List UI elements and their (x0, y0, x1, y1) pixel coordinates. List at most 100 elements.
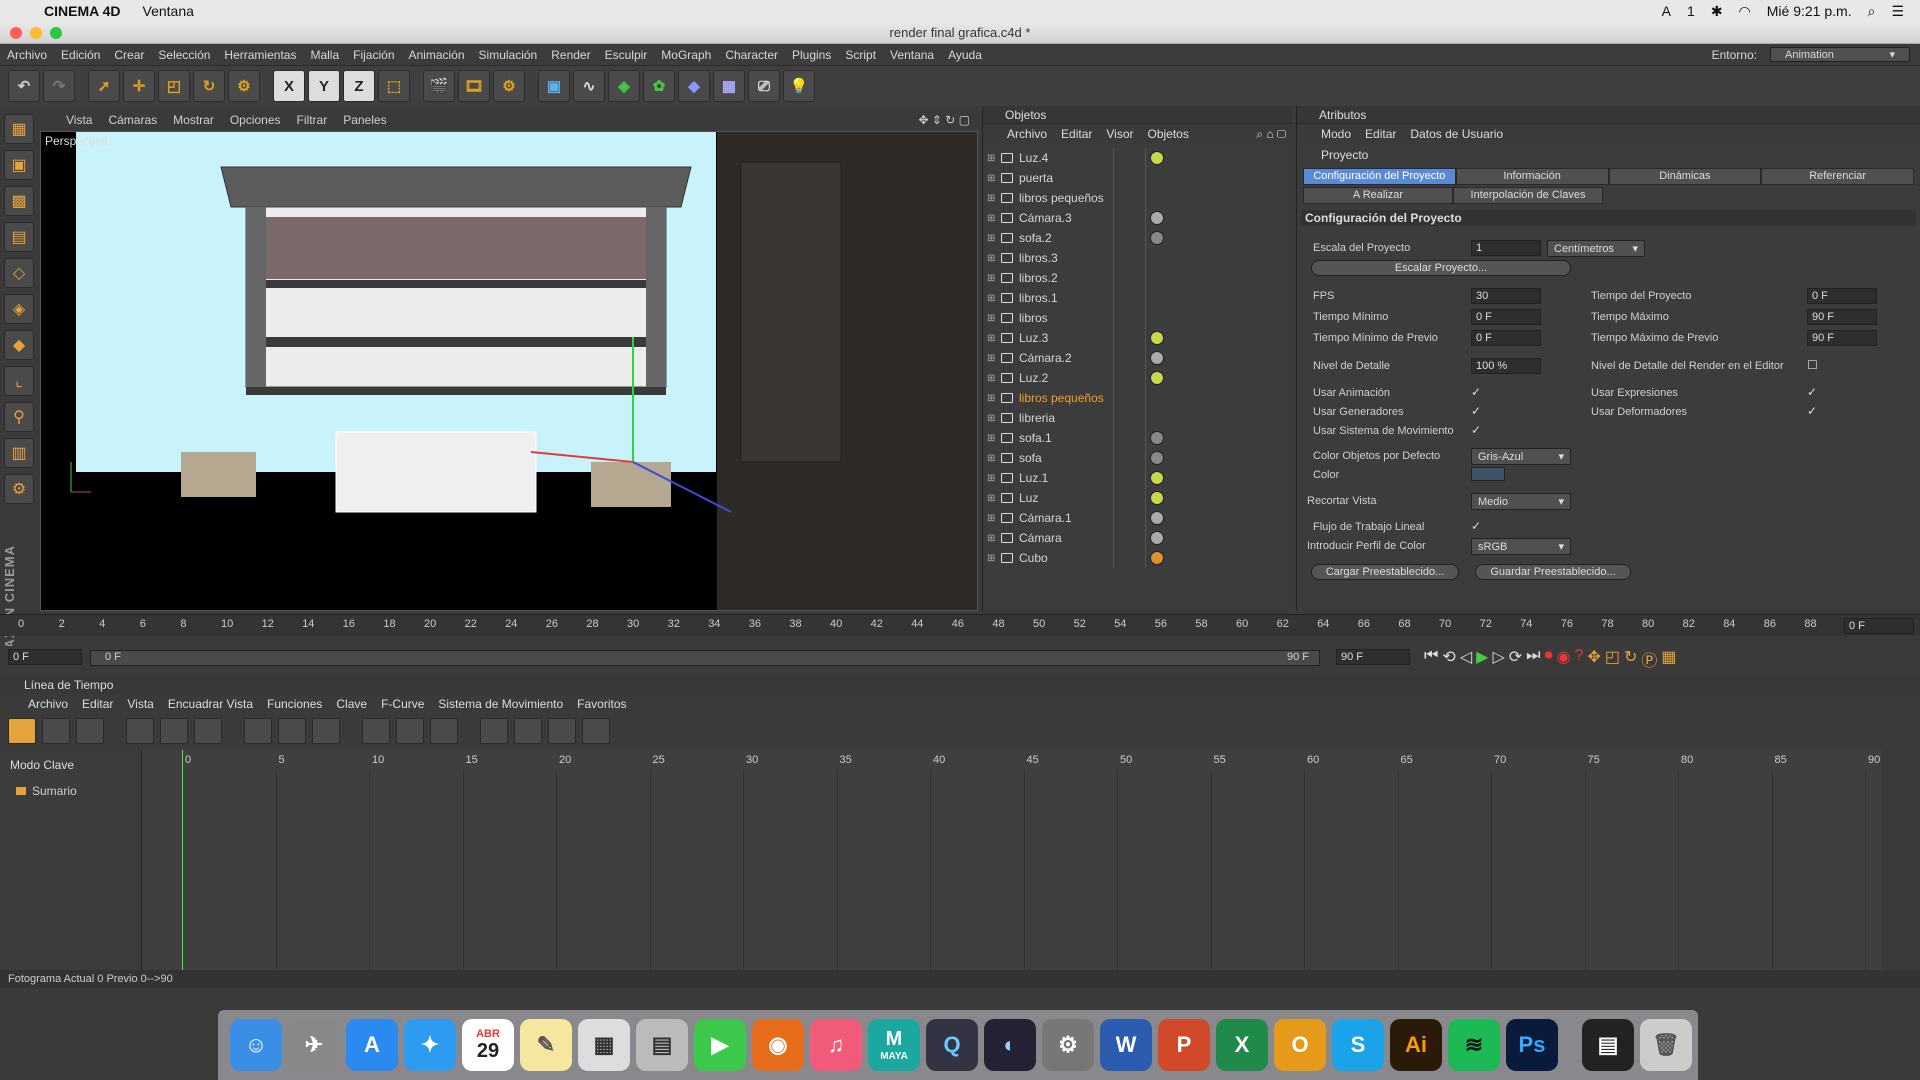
viewport-menu-vista[interactable]: Vista (66, 113, 92, 127)
expand-icon[interactable]: ⊞ (987, 333, 995, 344)
menu-crear[interactable]: Crear (107, 48, 151, 62)
itunes-icon[interactable]: ♫ (810, 1019, 862, 1071)
object-row[interactable]: ⊞ Luz.4 (983, 148, 1292, 168)
expand-icon[interactable]: ⊞ (987, 433, 995, 444)
cargar-preestablecido-button[interactable]: Cargar Preestablecido... (1311, 564, 1459, 580)
object-name[interactable]: libros.3 (1019, 251, 1058, 265)
app-name-menu[interactable]: CINEMA 4D (44, 3, 121, 19)
calculator-icon[interactable]: ▤ (636, 1019, 688, 1071)
viewport-menu-mostrar[interactable]: Mostrar (173, 113, 214, 127)
visibility-flags[interactable] (1113, 488, 1143, 508)
camera-button[interactable]: ⎚ (748, 70, 780, 102)
end-frame-field[interactable]: 90 F (1336, 649, 1410, 665)
color-obj-dropdown[interactable]: Gris-Azul ▾ (1471, 448, 1571, 465)
object-row[interactable]: ⊞ Cámara.1 (983, 508, 1292, 528)
object-row[interactable]: ⊞ libros.1 (983, 288, 1292, 308)
adobe-icon[interactable]: A (1662, 3, 1671, 19)
undo-button[interactable]: ↶ (8, 70, 40, 102)
object-row[interactable]: ⊞ libros (983, 308, 1292, 328)
previous-frame-icon[interactable]: ◁ (1460, 647, 1472, 671)
menu-esculpir[interactable]: Esculpir (598, 48, 655, 62)
expand-icon[interactable]: ⊞ (987, 553, 995, 564)
menu-ayuda[interactable]: Ayuda (941, 48, 989, 62)
object-name[interactable]: sofa.2 (1019, 231, 1052, 245)
tag-icon[interactable] (1150, 451, 1164, 465)
preview-icon[interactable]: ▦ (578, 1019, 630, 1071)
environment-dropdown[interactable]: Animation ▾ (1770, 47, 1910, 62)
cinema4d-icon[interactable]: ◐ (984, 1019, 1036, 1071)
expand-icon[interactable]: ⊞ (987, 253, 995, 264)
timeline-grid[interactable]: 0 5 10 15 20 25 30 35 40 45 50 55 60 65 70 75 80 85 90 (142, 750, 1882, 970)
pla-key-icon[interactable]: ▦ (1661, 647, 1676, 671)
expand-icon[interactable]: ⊞ (987, 273, 995, 284)
visibility-flags[interactable] (1113, 168, 1143, 188)
usar-generadores-checkbox[interactable]: ✓ (1471, 404, 1481, 418)
expand-icon[interactable]: ⊞ (987, 513, 995, 524)
viewport-menu-paneles[interactable]: Paneles (343, 113, 386, 127)
visibility-flags[interactable] (1113, 368, 1143, 388)
expand-icon[interactable]: ⊞ (987, 173, 995, 184)
flujo-checkbox[interactable]: ✓ (1471, 519, 1481, 533)
object-name[interactable]: libros.1 (1019, 291, 1058, 305)
objects-menu-visor[interactable]: Visor (1106, 127, 1133, 141)
cube-primitive-button[interactable]: ▣ (538, 70, 570, 102)
curve-tool-button[interactable] (126, 718, 154, 744)
expand-icon[interactable]: ⊞ (987, 493, 995, 504)
record-icon[interactable]: ⏺ (1545, 647, 1553, 671)
spotify-icon[interactable]: ≋ (1448, 1019, 1500, 1071)
go-to-end-icon[interactable]: ⏭ (1526, 647, 1540, 671)
key-mode-button[interactable] (8, 718, 36, 744)
timeline-menu-vista[interactable]: Vista (127, 697, 153, 711)
workplane-icon[interactable]: ▤ (4, 222, 34, 252)
viewport-menu-camaras[interactable]: Cámaras (108, 113, 157, 127)
current-frame-field[interactable]: 0 F (8, 649, 82, 665)
visibility-flags[interactable] (1113, 528, 1143, 548)
visibility-flags[interactable] (1113, 328, 1143, 348)
spline-button[interactable]: ∿ (573, 70, 605, 102)
linear-interp-button[interactable] (362, 718, 390, 744)
visibility-flags[interactable] (1113, 348, 1143, 368)
timeline-menu-editar[interactable]: Editar (82, 697, 113, 711)
quicktime-icon[interactable]: Q (926, 1019, 978, 1071)
edges-mode-icon[interactable]: ◈ (4, 294, 34, 324)
visibility-flags[interactable] (1113, 448, 1143, 468)
visibility-flags[interactable] (1113, 268, 1143, 288)
locked-workplane-icon[interactable]: ⚙ (4, 474, 34, 504)
next-key-icon[interactable]: ⟳ (1509, 647, 1522, 671)
x-axis-button[interactable]: X (273, 70, 305, 102)
texture-mode-icon[interactable]: ▩ (4, 186, 34, 216)
object-name[interactable]: libros pequeños (1019, 391, 1104, 405)
menu-character[interactable]: Character (718, 48, 785, 62)
tab-interpolacion[interactable]: Interpolación de Claves (1453, 187, 1603, 204)
make-editable-icon[interactable]: ▦ (4, 114, 34, 144)
nivel-field[interactable]: 100 % (1471, 358, 1541, 374)
step-interp-button[interactable] (396, 718, 424, 744)
escala-unit-dropdown[interactable]: Centímetros ▾ (1547, 240, 1645, 257)
expand-icon[interactable]: ⊞ (987, 293, 995, 304)
tag-icon[interactable] (1150, 211, 1164, 225)
object-row[interactable]: ⊞ Luz.2 (983, 368, 1292, 388)
tag-icon[interactable] (1150, 351, 1164, 365)
tag-icon[interactable] (1150, 491, 1164, 505)
attributes-menu-editar[interactable]: Editar (1365, 127, 1396, 141)
array-button[interactable]: ✿ (643, 70, 675, 102)
coordinate-system-button[interactable]: ⬚ (378, 70, 410, 102)
object-name[interactable]: Cámara (1019, 531, 1062, 545)
visibility-flags[interactable] (1113, 508, 1143, 528)
model-mode-icon[interactable]: ▣ (4, 150, 34, 180)
window-menu[interactable]: Ventana (143, 3, 194, 19)
y-axis-button[interactable]: Y (308, 70, 340, 102)
timeline-menu-fcurve[interactable]: F-Curve (381, 697, 424, 711)
zoom-button[interactable] (50, 27, 62, 39)
visibility-flags[interactable] (1113, 188, 1143, 208)
visibility-flags[interactable] (1113, 308, 1143, 328)
object-name[interactable]: sofa (1019, 451, 1042, 465)
scale-key-icon[interactable]: ◰ (1605, 647, 1620, 671)
object-row[interactable]: ⊞ libros pequeños (983, 388, 1292, 408)
object-row[interactable]: ⊞ Cámara (983, 528, 1292, 548)
object-row[interactable]: ⊞ libros pequeños (983, 188, 1292, 208)
object-row[interactable]: ⊞ Luz.1 (983, 468, 1292, 488)
render-view-button[interactable]: 🎬 (423, 70, 455, 102)
expand-icon[interactable]: ⊞ (987, 413, 995, 424)
object-name[interactable]: Luz.1 (1019, 471, 1048, 485)
